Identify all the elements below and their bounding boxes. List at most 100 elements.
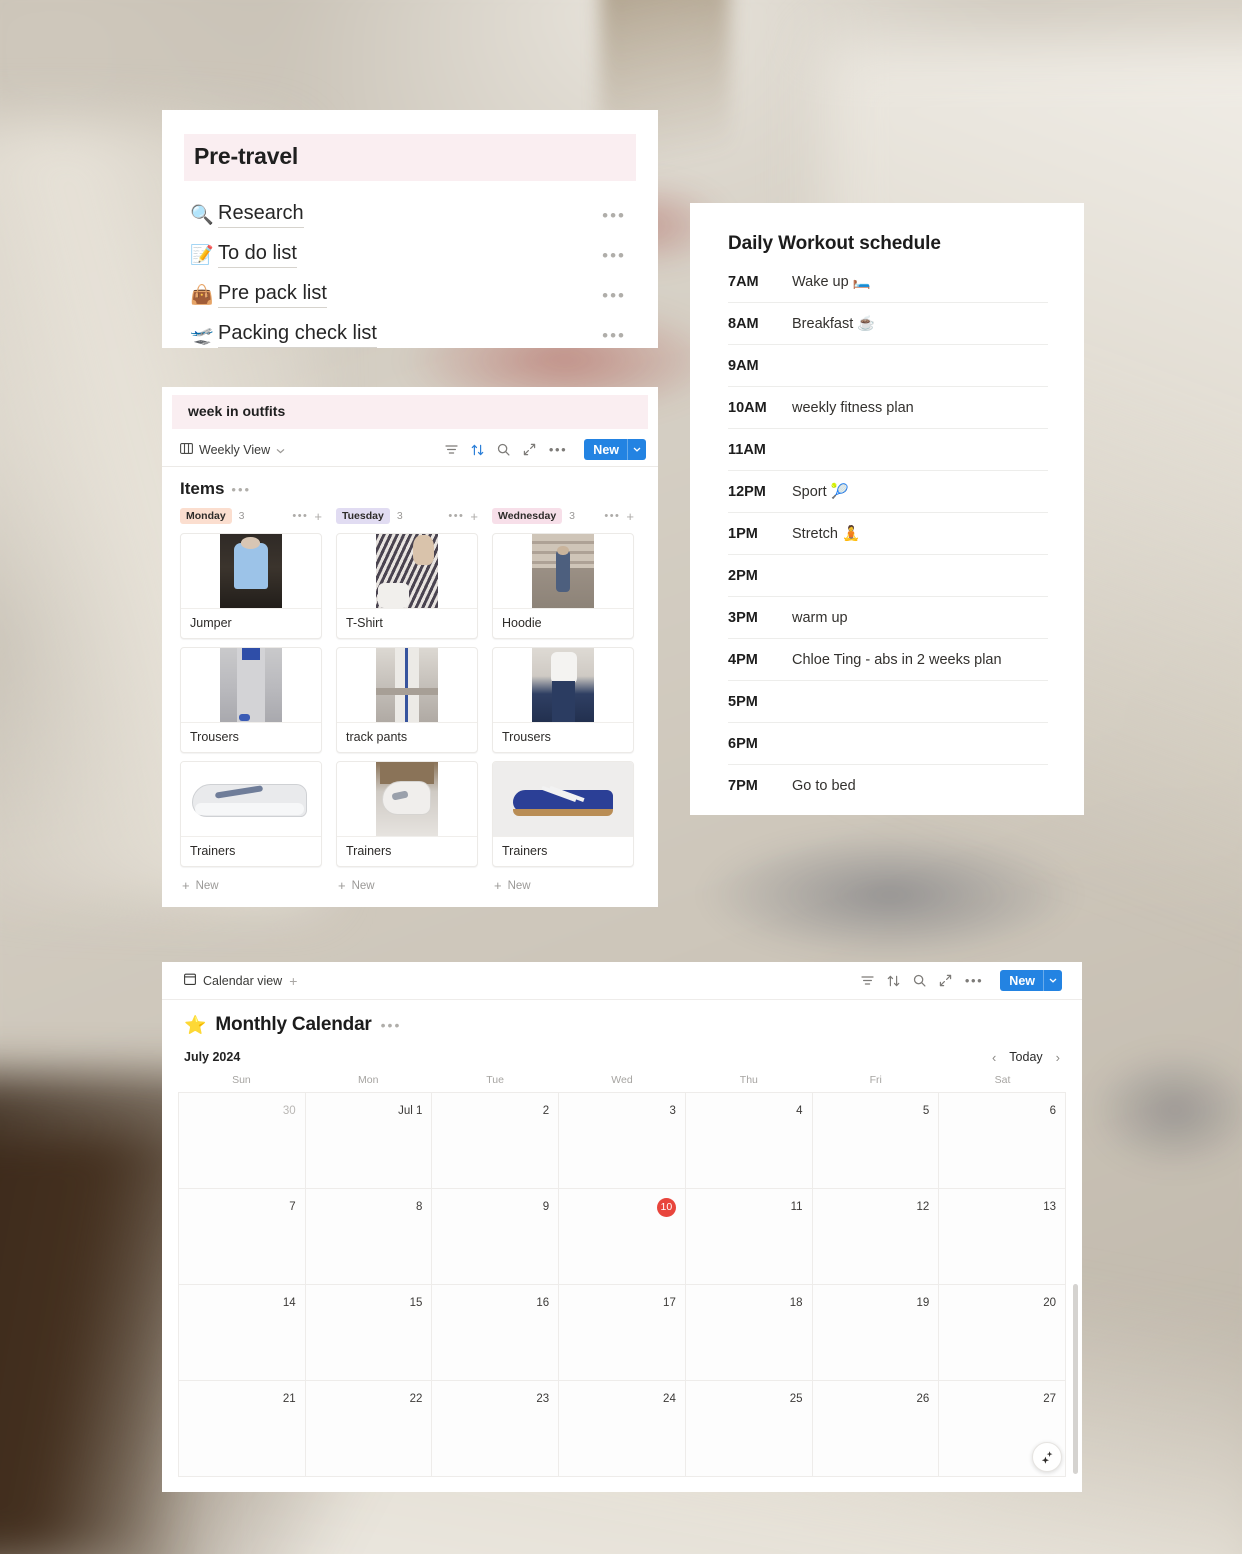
- pre-travel-item-label[interactable]: To do list: [218, 242, 297, 268]
- outfit-card[interactable]: Trainers: [336, 761, 478, 867]
- filter-icon[interactable]: [445, 444, 458, 455]
- more-options-icon[interactable]: •••: [549, 443, 567, 456]
- outfits-view-selector[interactable]: Weekly View: [180, 443, 285, 457]
- calendar-day-cell[interactable]: 8: [305, 1189, 433, 1285]
- calendar-day-cell[interactable]: Jul 1: [305, 1093, 433, 1189]
- pre-travel-item-research[interactable]: 🔍 Research •••: [190, 195, 630, 235]
- column-add-icon[interactable]: +: [314, 510, 322, 523]
- calendar-day-cell[interactable]: 15: [305, 1285, 433, 1381]
- calendar-day-cell[interactable]: 20: [939, 1285, 1066, 1381]
- today-button[interactable]: Today: [1009, 1050, 1042, 1064]
- workout-schedule-row[interactable]: 7PM Go to bed: [728, 765, 1048, 807]
- outfit-card[interactable]: Trainers: [180, 761, 322, 867]
- chevron-down-icon[interactable]: [276, 443, 285, 457]
- expand-icon[interactable]: [523, 443, 536, 456]
- calendar-day-cell[interactable]: 17: [559, 1285, 686, 1381]
- pre-travel-item-label[interactable]: Research: [218, 202, 304, 228]
- workout-schedule-row[interactable]: 6PM: [728, 723, 1048, 765]
- pre-travel-item-label[interactable]: Pre pack list: [218, 282, 327, 308]
- column-menu-icon[interactable]: •••: [448, 510, 464, 522]
- day-pill[interactable]: Monday: [180, 508, 232, 524]
- column-add-icon[interactable]: +: [470, 510, 478, 523]
- search-icon[interactable]: [913, 974, 926, 987]
- pre-travel-item-packing-check-list[interactable]: 🛫 Packing check list •••: [190, 315, 630, 348]
- pre-travel-item-menu-icon[interactable]: •••: [602, 287, 626, 304]
- calendar-day-cell[interactable]: 16: [432, 1285, 560, 1381]
- workout-schedule-row[interactable]: 10AM weekly fitness plan: [728, 387, 1048, 429]
- calendar-day-cell[interactable]: 6: [939, 1093, 1066, 1189]
- workout-schedule-row[interactable]: 7AM Wake up 🛏️: [728, 261, 1048, 303]
- calendar-day-cell[interactable]: 19: [812, 1285, 940, 1381]
- outfit-card[interactable]: T-Shirt: [336, 533, 478, 639]
- new-button-chevron-down-icon[interactable]: [628, 447, 646, 452]
- outfit-card[interactable]: Trainers: [492, 761, 634, 867]
- calendar-view-selector[interactable]: Calendar view +: [184, 973, 297, 988]
- workout-schedule-row[interactable]: 3PM warm up: [728, 597, 1048, 639]
- calendar-day-cell[interactable]: 3: [559, 1093, 686, 1189]
- workout-schedule-row[interactable]: 4PM Chloe Ting - abs in 2 weeks plan: [728, 639, 1048, 681]
- calendar-day-cell[interactable]: 7: [179, 1189, 306, 1285]
- outfits-column-new-button[interactable]: + New: [336, 875, 478, 892]
- pre-travel-item-label[interactable]: Packing check list: [218, 322, 377, 348]
- outfit-card[interactable]: Trousers: [492, 647, 634, 753]
- workout-task-text[interactable]: Stretch 🧘: [786, 525, 860, 542]
- workout-task-text[interactable]: weekly fitness plan: [786, 400, 914, 416]
- outfit-card[interactable]: track pants: [336, 647, 478, 753]
- day-pill[interactable]: Tuesday: [336, 508, 390, 524]
- column-add-icon[interactable]: +: [626, 510, 634, 523]
- calendar-day-cell[interactable]: 14: [179, 1285, 306, 1381]
- workout-schedule-row[interactable]: 5PM: [728, 681, 1048, 723]
- calendar-title-menu-icon[interactable]: •••: [381, 1017, 402, 1033]
- sort-icon[interactable]: [887, 975, 900, 987]
- pre-travel-item-menu-icon[interactable]: •••: [602, 207, 626, 224]
- workout-task-text[interactable]: Wake up 🛏️: [786, 273, 871, 290]
- more-options-icon[interactable]: •••: [965, 974, 983, 987]
- sort-icon[interactable]: [471, 444, 484, 456]
- outfit-card[interactable]: Hoodie: [492, 533, 634, 639]
- calendar-day-cell[interactable]: 18: [685, 1285, 813, 1381]
- add-view-icon[interactable]: +: [289, 974, 297, 988]
- calendar-day-cell[interactable]: 11: [685, 1189, 813, 1285]
- outfits-column-new-button[interactable]: + New: [180, 875, 322, 892]
- workout-schedule-row[interactable]: 12PM Sport 🎾: [728, 471, 1048, 513]
- workout-schedule-row[interactable]: 8AM Breakfast ☕: [728, 303, 1048, 345]
- workout-schedule-row[interactable]: 9AM: [728, 345, 1048, 387]
- workout-task-text[interactable]: warm up: [786, 610, 848, 626]
- calendar-day-cell[interactable]: 10: [559, 1189, 686, 1285]
- calendar-day-cell[interactable]: 5: [812, 1093, 940, 1189]
- calendar-day-cell[interactable]: 25: [685, 1381, 813, 1477]
- search-icon[interactable]: [497, 443, 510, 456]
- previous-month-icon[interactable]: ‹: [992, 1051, 996, 1064]
- calendar-day-cell[interactable]: 26: [812, 1381, 940, 1477]
- next-month-icon[interactable]: ›: [1056, 1051, 1060, 1064]
- pre-travel-item-pre-pack-list[interactable]: 👜 Pre pack list •••: [190, 275, 630, 315]
- workout-schedule-row[interactable]: 1PM Stretch 🧘: [728, 513, 1048, 555]
- calendar-day-cell[interactable]: 24: [559, 1381, 686, 1477]
- workout-task-text[interactable]: Chloe Ting - abs in 2 weeks plan: [786, 652, 1002, 668]
- workout-task-text[interactable]: Sport 🎾: [786, 483, 849, 500]
- column-menu-icon[interactable]: •••: [292, 510, 308, 522]
- calendar-scrollbar[interactable]: [1073, 1284, 1078, 1474]
- calendar-day-cell[interactable]: 21: [179, 1381, 306, 1477]
- pre-travel-item-menu-icon[interactable]: •••: [602, 247, 626, 264]
- workout-schedule-row[interactable]: 11AM: [728, 429, 1048, 471]
- expand-icon[interactable]: [939, 974, 952, 987]
- ai-assistant-button[interactable]: [1032, 1442, 1062, 1472]
- outfit-card[interactable]: Trousers: [180, 647, 322, 753]
- calendar-day-cell[interactable]: 4: [685, 1093, 813, 1189]
- calendar-day-cell[interactable]: 22: [305, 1381, 433, 1477]
- outfit-card[interactable]: Jumper: [180, 533, 322, 639]
- workout-task-text[interactable]: Go to bed: [786, 778, 856, 794]
- new-button-chevron-down-icon[interactable]: [1044, 978, 1062, 983]
- new-button[interactable]: New: [584, 439, 646, 460]
- filter-icon[interactable]: [861, 975, 874, 986]
- outfits-column-new-button[interactable]: + New: [492, 875, 634, 892]
- calendar-day-cell[interactable]: 30: [179, 1093, 306, 1189]
- pre-travel-item-menu-icon[interactable]: •••: [602, 327, 626, 344]
- calendar-day-cell[interactable]: 12: [812, 1189, 940, 1285]
- pre-travel-item-todo-list[interactable]: 📝 To do list •••: [190, 235, 630, 275]
- calendar-day-cell[interactable]: 9: [432, 1189, 560, 1285]
- calendar-day-cell[interactable]: 23: [432, 1381, 560, 1477]
- new-button[interactable]: New: [1000, 970, 1062, 991]
- day-pill[interactable]: Wednesday: [492, 508, 563, 524]
